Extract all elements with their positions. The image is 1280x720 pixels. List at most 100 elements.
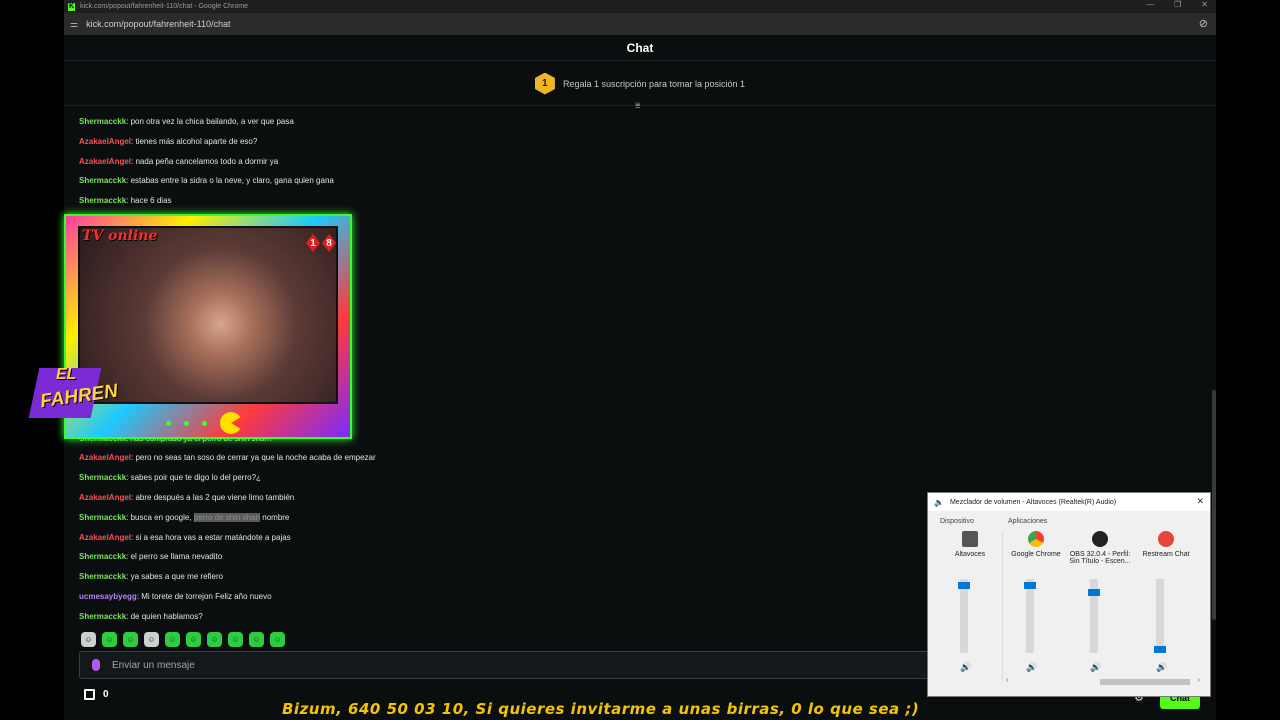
chat-text: : nada peña cancelamos todo a dormir ya (131, 157, 279, 166)
pacman-dots (166, 412, 242, 434)
mixer-titlebar: 🔈 Mezclador de volumen - Altavoces (Real… (928, 493, 1210, 511)
chat-message: AzakaelAngel: pero no seas tan soso de c… (79, 453, 376, 462)
frog-emote-icon[interactable]: ☺ (228, 632, 243, 647)
obs-icon[interactable] (1092, 531, 1108, 547)
chat-username[interactable]: Shermacckk (79, 176, 126, 185)
volume-slider[interactable] (1088, 579, 1100, 653)
chat-username[interactable]: AzakaelAngel (79, 137, 131, 146)
pac-dot (184, 420, 189, 426)
chat-text: : hace 6 dias (126, 196, 172, 205)
address-bar[interactable]: ⚌ kick.com/popout/fahrenheit-110/chat ⊘ (64, 13, 1216, 35)
site-settings-icon[interactable]: ⚌ (70, 19, 78, 30)
mute-toggle-icon[interactable]: 🔊 (1156, 662, 1167, 673)
mixer-channel-label: Altavoces (954, 551, 986, 558)
eye-off-icon[interactable]: ⊘ (1199, 17, 1208, 30)
el-fahren-logo: EL FAHREN (28, 360, 144, 432)
ghost-emote-icon[interactable]: ☺ (144, 632, 159, 647)
age-rating-badge: 1 8 (306, 234, 336, 252)
mixer-channel-label: Restream Chat (1142, 551, 1190, 558)
restream-icon[interactable] (1158, 531, 1174, 547)
chat-text: : de quien hablamos? (126, 612, 203, 621)
chat-text: : Mi torete de torrejon Feliz año nuevo (136, 592, 272, 601)
close-window-button[interactable]: ✕ (1201, 0, 1208, 9)
volume-mixer-window: 🔈 Mezclador de volumen - Altavoces (Real… (927, 492, 1211, 697)
pac-dot (166, 420, 171, 426)
age-digit: 8 (322, 234, 336, 252)
chat-username[interactable]: Shermacckk (79, 117, 126, 126)
chat-text: : tienes más alcohol aparte de eso? (131, 137, 258, 146)
chat-username[interactable]: Shermacckk (79, 196, 126, 205)
chat-text: : estabas entre la sidra o la neve, y cl… (126, 176, 334, 185)
gift-count: 0 (103, 689, 109, 700)
mixer-channel-label: Google Chrome (1011, 551, 1061, 558)
volume-slider[interactable] (1024, 579, 1036, 653)
volume-slider-thumb[interactable] (1154, 646, 1166, 653)
frog-emote-icon[interactable]: ☺ (165, 632, 180, 647)
volume-slider-thumb[interactable] (1088, 589, 1100, 597)
gift-icon[interactable] (84, 689, 95, 700)
mixer-close-button[interactable]: ✕ (1196, 496, 1204, 507)
mixer-horizontal-scrollbar[interactable]: ‹ › (1004, 677, 1202, 687)
frog-emote-icon[interactable]: ☺ (207, 632, 222, 647)
chrome-icon[interactable] (1028, 531, 1044, 547)
bizum-ticker: Bizum, 640 50 03 10, Si quieres invitarm… (282, 700, 920, 718)
chat-username[interactable]: AzakaelAngel (79, 157, 131, 166)
chat-message: Shermacckk: pon otra vez la chica bailan… (79, 117, 294, 126)
restore-button[interactable]: ❐ (1174, 0, 1181, 9)
monkey-emote-icon[interactable]: ☺ (81, 632, 96, 647)
chat-text: : pon otra vez la chica bailando, a ver … (126, 117, 294, 126)
burger-emote-icon[interactable]: ☺ (249, 632, 264, 647)
chat-text: nombre (260, 513, 290, 522)
speaker-icon: 🔈 (934, 497, 944, 507)
chat-message: AzakaelAngel: si a esa hora vas a estar … (79, 533, 291, 542)
mixer-channel-label: OBS 32.0.4 - Perfil: Sin Título - Escen.… (1069, 551, 1131, 565)
chat-message: Shermacckk: sabes poir que te digo lo de… (79, 473, 261, 482)
volume-slider-thumb[interactable] (1024, 582, 1036, 590)
scroll-right-icon[interactable]: › (1198, 677, 1200, 684)
logo-el-text: EL (56, 366, 77, 383)
scroll-left-icon[interactable]: ‹ (1006, 677, 1008, 684)
quick-emote-bar: ☺ ☺ ☺ ☺ ☺ ☺ ☺ ☺ ☺ ☺ (81, 632, 285, 647)
chat-text: : busca en google, (126, 513, 194, 522)
chat-message-input[interactable]: Enviar un mensaje (79, 651, 931, 679)
frog-emote-icon[interactable]: ☺ (123, 632, 138, 647)
minimize-button[interactable]: — (1146, 0, 1154, 9)
chat-username[interactable]: Shermacckk (79, 572, 126, 581)
volume-slider[interactable] (1154, 579, 1166, 653)
chat-username[interactable]: ucmesaybyegg (79, 592, 137, 601)
mute-toggle-icon[interactable]: 🔊 (1026, 662, 1037, 673)
chat-username[interactable]: AzakaelAngel (79, 533, 131, 542)
chat-text: : abre después a las 2 que viene limo ta… (131, 493, 295, 502)
speaker-device-icon[interactable] (962, 531, 978, 547)
collapse-pinned-icon[interactable]: ⩸ (635, 100, 640, 111)
kick-favicon-icon: K (68, 2, 75, 11)
chat-username[interactable]: AzakaelAngel (79, 453, 131, 462)
gift-counter[interactable]: 0 (84, 689, 109, 700)
url-text[interactable]: kick.com/popout/fahrenheit-110/chat (86, 19, 230, 29)
mute-toggle-icon[interactable]: 🔊 (1090, 662, 1101, 673)
frog-emote-icon[interactable]: ☺ (270, 632, 285, 647)
mixer-divider (1002, 531, 1003, 681)
chat-username[interactable]: Shermacckk (79, 473, 126, 482)
chat-username[interactable]: Shermacckk (79, 552, 126, 561)
chat-message: Shermacckk: de quien hablamos? (79, 612, 203, 621)
chat-username[interactable]: Shermacckk (79, 513, 126, 522)
rank-badge-icon: 1 (534, 72, 555, 95)
chat-username[interactable]: AzakaelAngel (79, 493, 131, 502)
scroll-thumb[interactable] (1100, 679, 1190, 685)
tv-online-logo: TV online (82, 228, 158, 244)
mute-toggle-icon[interactable]: 🔊 (960, 662, 971, 673)
chat-input-placeholder[interactable]: Enviar un mensaje (112, 660, 195, 671)
chat-message: ucmesaybyegg: Mi torete de torrejon Feli… (79, 592, 272, 601)
device-section-label: Dispositivo (940, 518, 974, 525)
mixer-channel: Google Chrome (1004, 531, 1068, 558)
highlighted-text: perro de shin shan (193, 513, 261, 522)
browser-titlebar: K kick.com/popout/fahrenheit-110/chat - … (64, 0, 1216, 13)
volume-slider[interactable] (958, 579, 970, 653)
chat-scrollbar[interactable] (1212, 390, 1216, 620)
frog-emote-icon[interactable]: ☺ (186, 632, 201, 647)
volume-slider-thumb[interactable] (958, 582, 970, 590)
microphone-icon[interactable] (92, 659, 100, 671)
chat-username[interactable]: Shermacckk (79, 612, 126, 621)
frog-emote-icon[interactable]: ☺ (102, 632, 117, 647)
